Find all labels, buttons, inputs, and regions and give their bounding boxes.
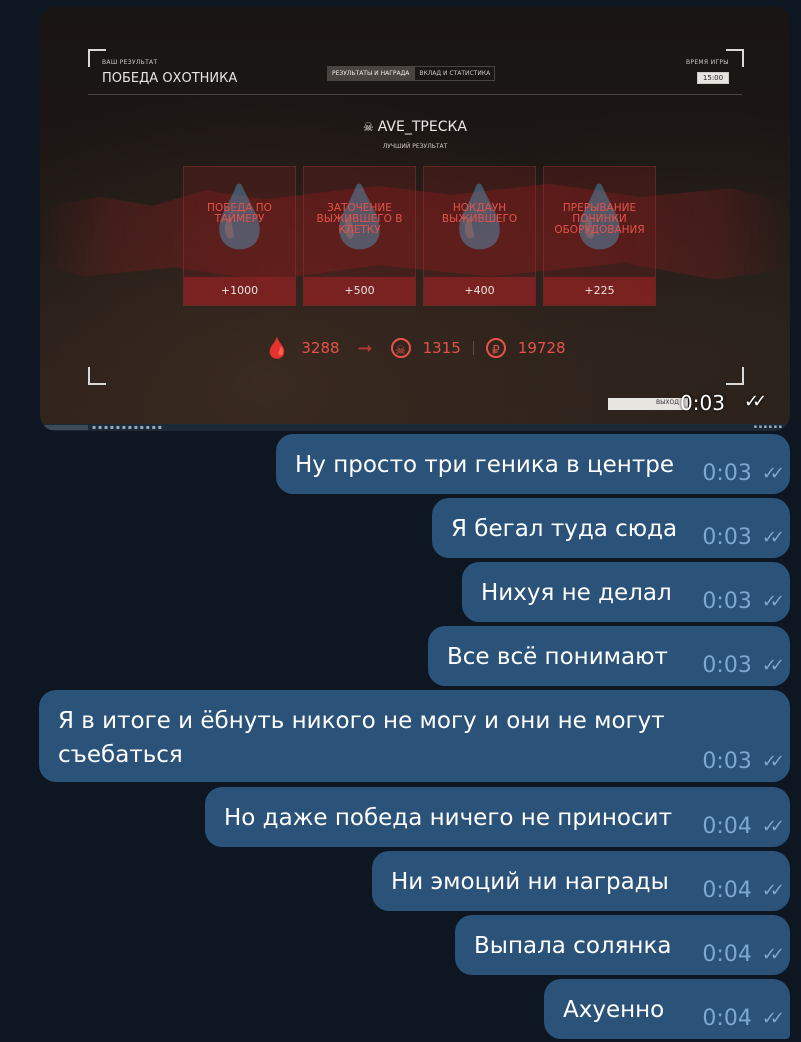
double-check-icon: ✓✓ bbox=[761, 1008, 785, 1029]
player-row: ☠ AVE_ТРЕСКА bbox=[40, 119, 790, 135]
arrow-right-icon: ➞ bbox=[357, 337, 373, 359]
totals-divider bbox=[472, 341, 474, 355]
score-card: 💧 НОКДАУН ВЫЖИВШЕГО +400 bbox=[423, 166, 536, 306]
message-bubble[interactable]: Я в итоге и ёбнуть никого не могу и они … bbox=[39, 690, 790, 782]
tab-results-rewards[interactable]: РЕЗУЛЬТАТЫ И НАГРАДА bbox=[327, 66, 415, 81]
message-bubble[interactable]: Я бегал туда сюда 0:03 ✓✓ bbox=[432, 498, 790, 558]
message-time: 0:03 bbox=[702, 653, 752, 678]
media-timestamp: 0:03 bbox=[680, 391, 725, 415]
message-text-line: съебаться bbox=[58, 742, 183, 768]
double-check-icon: ✓✓ bbox=[761, 751, 785, 772]
message-text: Нихуя не делал bbox=[481, 580, 672, 606]
message-bubble[interactable]: Выпала солянка 0:04 ✓✓ bbox=[455, 915, 790, 975]
message-time: 0:03 bbox=[702, 589, 752, 614]
game-time-label: ВРЕМЯ ИГРЫ bbox=[686, 59, 729, 66]
score-cards: 💧 ПОБЕДА ПО ТАЙМЕРУ +1000 💧 ЗАТОЧЕНИЕ ВЫ… bbox=[183, 166, 656, 306]
result-title: ПОБЕДА ОХОТНИКА bbox=[102, 71, 238, 86]
result-tabs: РЕЗУЛЬТАТЫ И НАГРАДА ВКЛАД И СТАТИСТИКА bbox=[327, 66, 496, 81]
message-time: 0:03 bbox=[702, 525, 752, 550]
skull-icon: ☠ bbox=[390, 338, 411, 358]
message-text: Ну просто три геника в центре bbox=[295, 452, 674, 478]
message-text: Ахуенно bbox=[563, 997, 665, 1023]
tab-contribution-stats[interactable]: ВКЛАД И СТАТИСТИКА bbox=[414, 66, 496, 81]
skull-points-value: 1315 bbox=[422, 339, 461, 357]
message-time: 0:04 bbox=[702, 878, 752, 903]
message-text: Но даже победа ничего не приносит bbox=[224, 805, 672, 831]
message-bubble[interactable]: Ну просто три геника в центре 0:03 ✓✓ bbox=[276, 434, 790, 494]
game-time-value: 15:00 bbox=[697, 72, 729, 84]
score-card-points: +225 bbox=[544, 277, 655, 305]
message-bubble[interactable]: Ахуенно 0:04 ✓✓ bbox=[544, 979, 790, 1039]
message-text: Выпала солянка bbox=[474, 933, 672, 959]
message-bubble[interactable]: Нихуя не делал 0:03 ✓✓ bbox=[462, 562, 790, 622]
score-card: 💧 ПОБЕДА ПО ТАЙМЕРУ +1000 bbox=[183, 166, 296, 306]
score-card-label: ЗАТОЧЕНИЕ ВЫЖИВШЕГО В КЛЕТКУ bbox=[316, 202, 403, 236]
score-card-points: +500 bbox=[304, 277, 415, 305]
taskbar-search bbox=[44, 425, 88, 430]
message-time: 0:04 bbox=[702, 814, 752, 839]
score-card-label: ПРЕРЫВАНИЕ ПОЧИНКИ ОБОРУДОВАНИЯ bbox=[554, 202, 645, 236]
your-result-label: ВАШ РЕЗУЛЬТАТ bbox=[102, 59, 158, 66]
message-text: Я в итоге и ёбнуть никого не могу и они … bbox=[58, 704, 665, 772]
message-time: 0:04 bbox=[702, 942, 752, 967]
score-card: 💧 ЗАТОЧЕНИЕ ВЫЖИВШЕГО В КЛЕТКУ +500 bbox=[303, 166, 416, 306]
exit-label: ВЫХОД bbox=[656, 399, 679, 406]
skull-icon: ☠ bbox=[362, 120, 374, 134]
double-check-icon: ✓✓ bbox=[744, 391, 767, 412]
blood-drop-icon: 🩸 bbox=[264, 336, 290, 360]
double-check-icon: ✓✓ bbox=[761, 463, 785, 484]
message-text-line: Я в итоге и ёбнуть никого не могу и они … bbox=[58, 708, 665, 734]
taskbar-tray-icons: ▪ ▪ ▪ ▪ ▪ ▪ bbox=[753, 424, 782, 430]
message-text: Я бегал туда сюда bbox=[451, 516, 678, 542]
score-card-points: +1000 bbox=[184, 277, 295, 305]
double-check-icon: ✓✓ bbox=[761, 880, 785, 901]
double-check-icon: ✓✓ bbox=[761, 655, 785, 676]
double-check-icon: ✓✓ bbox=[761, 591, 785, 612]
double-check-icon: ✓✓ bbox=[761, 944, 785, 965]
message-bubble[interactable]: Но даже победа ничего не приносит 0:04 ✓✓ bbox=[205, 787, 790, 847]
player-name: AVE_ТРЕСКА bbox=[377, 119, 467, 135]
message-time: 0:04 bbox=[702, 1006, 752, 1031]
windows-taskbar: ▪ ▪ ▪ ▪ ▪ ▪ ▪ ▪ ▪ ▪ ▪ ▪ ▪ ▪ ▪ ▪ ▪ ▪ bbox=[40, 424, 790, 431]
double-check-icon: ✓✓ bbox=[761, 527, 785, 548]
blood-points-value: 3288 bbox=[301, 339, 340, 357]
header-divider bbox=[88, 94, 742, 95]
message-bubble[interactable]: Ни эмоций ни награды 0:04 ✓✓ bbox=[372, 851, 790, 911]
score-totals: 🩸 3288 ➞ ☠ 1315 ₽ 19728 bbox=[40, 336, 790, 360]
message-text: Все всё понимают bbox=[447, 644, 668, 670]
best-result-label: ЛУЧШИЙ РЕЗУЛЬТАТ bbox=[382, 143, 448, 150]
double-check-icon: ✓✓ bbox=[761, 816, 785, 837]
currency-value: 19728 bbox=[517, 339, 566, 357]
score-card-points: +400 bbox=[424, 277, 535, 305]
message-time: 0:03 bbox=[702, 749, 752, 774]
score-card-label: ПОБЕДА ПО ТАЙМЕРУ bbox=[207, 202, 272, 225]
message-time: 0:03 bbox=[702, 461, 752, 486]
taskbar-app-icons: ▪ ▪ ▪ ▪ ▪ ▪ ▪ ▪ ▪ ▪ ▪ ▪ bbox=[92, 424, 162, 431]
message-bubble[interactable]: Все всё понимают 0:03 ✓✓ bbox=[428, 626, 790, 686]
screenshot-message[interactable]: ВАШ РЕЗУЛЬТАТ ПОБЕДА ОХОТНИКА РЕЗУЛЬТАТЫ… bbox=[40, 7, 790, 431]
message-text: Ни эмоций ни награды bbox=[391, 869, 669, 895]
frame-corner bbox=[88, 367, 106, 385]
score-card-label: НОКДАУН ВЫЖИВШЕГО bbox=[441, 202, 518, 225]
frame-corner bbox=[726, 367, 744, 385]
score-card: 💧 ПРЕРЫВАНИЕ ПОЧИНКИ ОБОРУДОВАНИЯ +225 bbox=[543, 166, 656, 306]
ruble-icon: ₽ bbox=[485, 338, 506, 358]
game-results-screen: ВАШ РЕЗУЛЬТАТ ПОБЕДА ОХОТНИКА РЕЗУЛЬТАТЫ… bbox=[40, 7, 790, 424]
